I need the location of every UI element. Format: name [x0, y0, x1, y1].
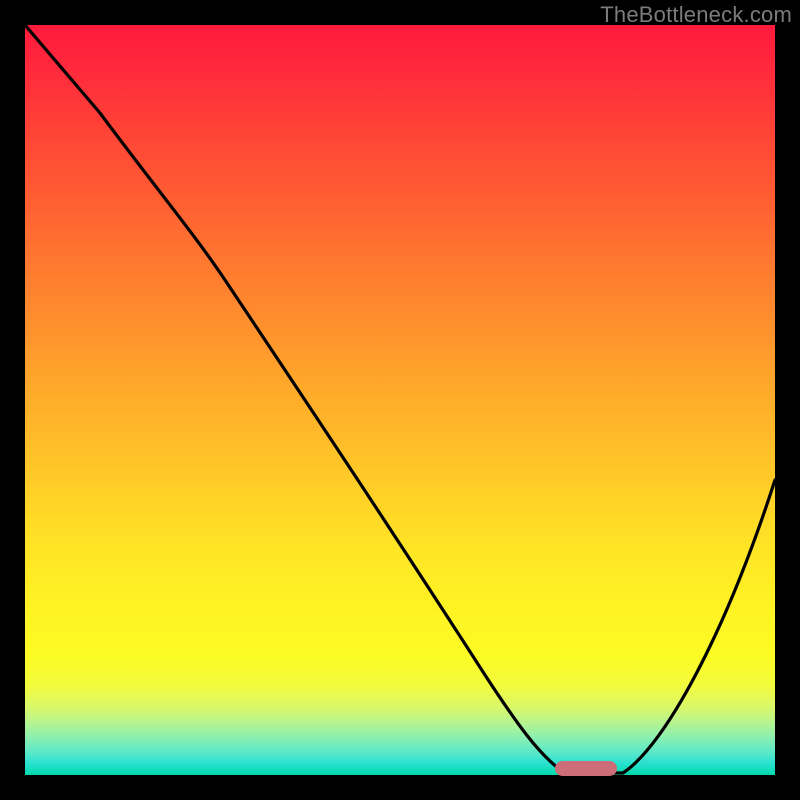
plot-area: [25, 25, 775, 775]
curve-path: [25, 25, 775, 773]
bottleneck-curve: [25, 25, 775, 775]
optimal-marker: [555, 761, 617, 776]
watermark-text: TheBottleneck.com: [600, 2, 792, 28]
chart-frame: TheBottleneck.com: [0, 0, 800, 800]
